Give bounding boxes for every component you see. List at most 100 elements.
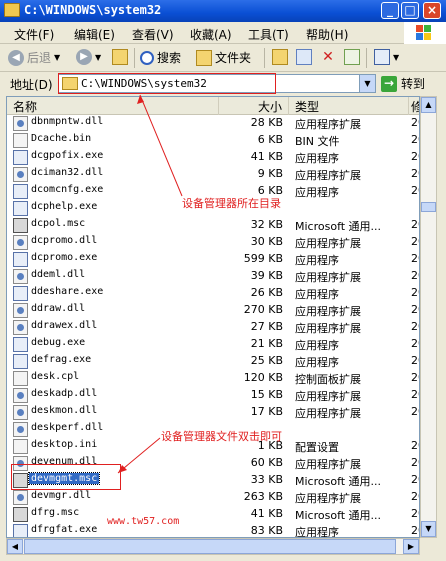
- column-modified[interactable]: 修: [409, 97, 419, 115]
- search-button[interactable]: 搜索: [140, 49, 181, 66]
- file-modified: 20: [411, 473, 419, 486]
- up-folder-button[interactable]: [112, 49, 131, 65]
- file-name: Dcache.bin: [31, 133, 92, 144]
- menu-favorites[interactable]: 收藏(A): [190, 26, 232, 43]
- file-dll-icon: [13, 235, 28, 250]
- file-dll-icon: [13, 405, 28, 420]
- file-name: ddraw.dll: [31, 303, 86, 314]
- file-row[interactable]: debug.exe 21 KB 应用程序 20: [7, 336, 419, 353]
- file-modified: 20: [411, 235, 419, 248]
- file-type: 应用程序扩展: [295, 458, 361, 471]
- views-button[interactable]: ▼: [374, 49, 399, 65]
- file-modified: 20: [411, 167, 419, 180]
- chevron-down-icon: ▼: [95, 52, 102, 62]
- column-size[interactable]: 大小: [219, 97, 289, 115]
- file-row[interactable]: deskmon.dll 17 KB 应用程序扩展 20: [7, 404, 419, 421]
- file-modified: 20: [411, 303, 419, 316]
- go-button[interactable]: → 转到: [381, 74, 433, 93]
- close-button[interactable]: ×: [423, 2, 441, 19]
- menu-help[interactable]: 帮助(H): [306, 26, 348, 43]
- file-dll-icon: [13, 490, 28, 505]
- title-bar[interactable]: C:\WINDOWS\system32 _ □ ×: [0, 0, 446, 22]
- file-modified: 20: [411, 133, 419, 146]
- file-row[interactable]: dcpol.msc 32 KB Microsoft 通用... 20: [7, 217, 419, 234]
- file-row[interactable]: ddrawex.dll 27 KB 应用程序扩展 20: [7, 319, 419, 336]
- file-name: ddeml.dll: [31, 269, 86, 280]
- scroll-left-button[interactable]: ◀: [7, 539, 23, 554]
- column-name[interactable]: 名称: [7, 97, 219, 115]
- menu-edit[interactable]: 编辑(E): [74, 26, 115, 43]
- column-type[interactable]: 类型: [289, 97, 409, 115]
- file-modified: 20: [411, 252, 419, 265]
- file-name: ddrawex.dll: [31, 320, 98, 331]
- back-label: 后退: [27, 51, 52, 65]
- file-row[interactable]: dcgpofix.exe 41 KB 应用程序 20: [7, 149, 419, 166]
- file-size: 41 KB: [250, 150, 283, 163]
- file-row[interactable]: dcpromo.dll 30 KB 应用程序扩展 20: [7, 234, 419, 251]
- undo-button[interactable]: [344, 49, 363, 65]
- file-dll-icon: [13, 303, 28, 318]
- address-dropdown-button[interactable]: ▼: [359, 75, 375, 92]
- copy-to-button[interactable]: [296, 49, 315, 65]
- file-type: 应用程序: [295, 254, 339, 267]
- file-row[interactable]: dcpromo.exe 599 KB 应用程序 20: [7, 251, 419, 268]
- folder-icon: [4, 3, 20, 17]
- toolbar-separator: [366, 48, 367, 68]
- menu-bar: 文件(F) 编辑(E) 查看(V) 收藏(A) 工具(T) 帮助(H): [0, 22, 446, 44]
- menu-view[interactable]: 查看(V): [132, 26, 174, 43]
- file-name: defrag.exe: [31, 354, 92, 365]
- file-row[interactable]: desk.cpl 120 KB 控制面板扩展 20: [7, 370, 419, 387]
- move-to-icon: [272, 49, 288, 65]
- file-file-icon: [13, 371, 28, 386]
- file-dll-icon: [13, 320, 28, 335]
- file-modified: 20: [411, 269, 419, 282]
- file-dll-icon: [13, 388, 28, 403]
- file-row[interactable]: defrag.exe 25 KB 应用程序 20: [7, 353, 419, 370]
- scroll-down-button[interactable]: ▼: [421, 521, 436, 537]
- file-name: desk.cpl: [31, 371, 80, 382]
- file-exe-icon: [13, 286, 28, 301]
- menu-file[interactable]: 文件(F): [14, 26, 54, 43]
- file-type: 应用程序扩展: [295, 305, 361, 318]
- file-row[interactable]: ddeml.dll 39 KB 应用程序扩展 20: [7, 268, 419, 285]
- file-modified: 20: [411, 388, 419, 401]
- scroll-thumb[interactable]: [421, 202, 436, 212]
- file-type: BIN 文件: [295, 135, 340, 148]
- horizontal-scroll-thumb[interactable]: [24, 539, 396, 554]
- folder-icon: [196, 49, 212, 66]
- minimize-button[interactable]: _: [381, 2, 399, 19]
- search-label: 搜索: [157, 51, 182, 65]
- file-size: 9 KB: [257, 167, 283, 180]
- vertical-scrollbar[interactable]: ▲ ▼: [420, 96, 437, 538]
- delete-button[interactable]: ✕: [320, 49, 339, 65]
- file-row[interactable]: dfrg.msc 41 KB Microsoft 通用... 20: [7, 506, 419, 523]
- move-to-button[interactable]: [272, 49, 291, 65]
- file-type: 应用程序扩展: [295, 169, 361, 182]
- horizontal-scrollbar[interactable]: ◀ ▶: [6, 538, 420, 555]
- file-type: 控制面板扩展: [295, 373, 361, 386]
- file-size: 28 KB: [250, 116, 283, 129]
- file-type: 应用程序扩展: [295, 237, 361, 250]
- scroll-up-button[interactable]: ▲: [421, 97, 436, 113]
- file-row[interactable]: deskadp.dll 15 KB 应用程序扩展 20: [7, 387, 419, 404]
- file-row[interactable]: dciman32.dll 9 KB 应用程序扩展 20: [7, 166, 419, 183]
- forward-arrow-icon: ▶: [76, 49, 92, 65]
- file-annotation: 设备管理器文件双击即可: [161, 430, 282, 443]
- maximize-button[interactable]: □: [401, 2, 419, 19]
- file-modified: 20: [411, 507, 419, 520]
- forward-button[interactable]: ▶ ▼: [76, 49, 101, 65]
- file-row[interactable]: Dcache.bin 6 KB BIN 文件 20: [7, 132, 419, 149]
- menu-tools[interactable]: 工具(T): [248, 26, 289, 43]
- file-type: 应用程序扩展: [295, 322, 361, 335]
- file-row[interactable]: ddraw.dll 270 KB 应用程序扩展 20: [7, 302, 419, 319]
- file-row[interactable]: dfrgfat.exe 83 KB 应用程序 20: [7, 523, 419, 537]
- file-modified: 20: [411, 320, 419, 333]
- file-row[interactable]: devmgr.dll 263 KB 应用程序扩展 20: [7, 489, 419, 506]
- file-msc-icon: [13, 507, 28, 522]
- back-button[interactable]: ◀ 后退 ▼: [8, 49, 60, 66]
- folders-button[interactable]: 文件夹: [196, 49, 251, 66]
- file-exe-icon: [13, 524, 28, 537]
- scroll-right-button[interactable]: ▶: [403, 539, 419, 554]
- file-row[interactable]: ddeshare.exe 26 KB 应用程序 20: [7, 285, 419, 302]
- file-row[interactable]: dbnmpntw.dll 28 KB 应用程序扩展 20: [7, 115, 419, 132]
